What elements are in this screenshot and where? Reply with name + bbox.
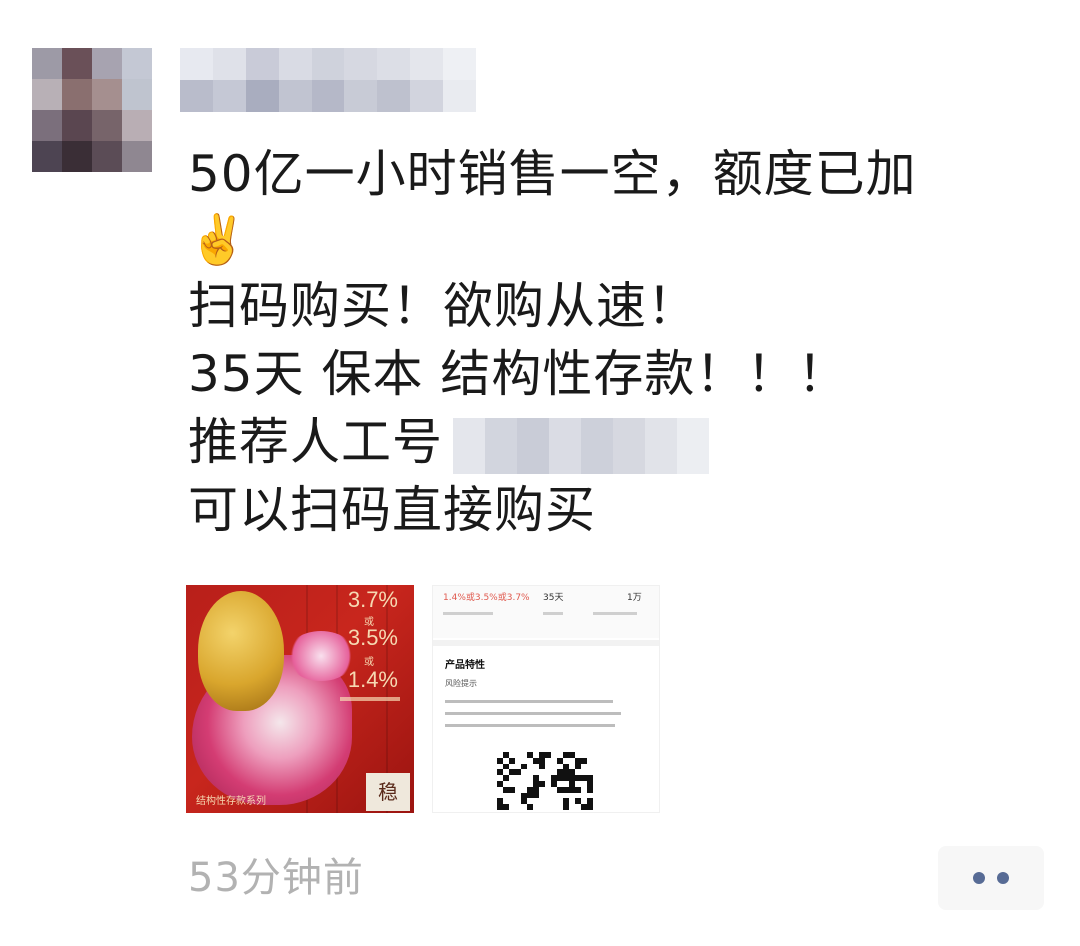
avatar[interactable] xyxy=(32,48,152,172)
qr-code[interactable] xyxy=(497,752,593,810)
summary-subtext xyxy=(443,612,493,615)
summary-subtext xyxy=(543,612,563,615)
divider xyxy=(433,640,659,646)
rate-2: 3.5% xyxy=(347,625,398,650)
risk-text-line xyxy=(445,712,621,715)
post-line-5: 推荐人工号 xyxy=(188,408,1028,476)
product-min-amount: 1万 xyxy=(627,593,642,603)
risk-label: 风险提示 xyxy=(445,679,477,688)
more-dots-icon xyxy=(973,872,985,884)
post-timestamp: 53分钟前 xyxy=(188,855,364,901)
product-section-title: 产品特性 xyxy=(445,660,485,671)
rate-footnote xyxy=(340,697,400,701)
post-text: 50亿一小时销售一空，额度已加 ✌️ 扫码购买！欲购从速！ 35天 保本 结构性… xyxy=(188,140,1028,544)
risk-text-line xyxy=(445,724,615,727)
more-button[interactable] xyxy=(938,846,1044,910)
victory-hand-icon: ✌️ xyxy=(188,212,249,268)
victory-hand-emoji: ✌️ xyxy=(188,208,1028,272)
more-dots-icon xyxy=(997,872,1009,884)
post-line-6: 可以扫码直接购买 xyxy=(188,481,596,539)
moments-post: 50亿一小时销售一空，额度已加 ✌️ 扫码购买！欲购从速！ 35天 保本 结构性… xyxy=(0,0,1080,946)
poster-stamp: 稳 xyxy=(366,773,410,811)
referrer-label: 推荐人工号 xyxy=(188,413,443,471)
poster-image[interactable]: 3.7% 或 3.5% 或 1.4% 结构性存款系列 稳 xyxy=(186,585,414,813)
poster-caption: 结构性存款系列 xyxy=(196,796,266,807)
rate-separator-2: 或 xyxy=(364,657,374,668)
fish-body-graphic xyxy=(198,591,284,711)
product-summary: 1.4%或3.5%或3.7% 35天 1万 xyxy=(433,586,659,638)
post-line-1: 50亿一小时销售一空，额度已加 xyxy=(188,145,917,203)
rate-3: 1.4% xyxy=(347,667,398,692)
post-line-4: 35天 保本 结构性存款！！！ xyxy=(188,345,849,403)
rate-1: 3.7% xyxy=(347,587,398,612)
fish-fin-graphic xyxy=(286,631,356,681)
post-line-3: 扫码购买！欲购从速！ xyxy=(188,277,698,335)
product-rate-range: 1.4%或3.5%或3.7% xyxy=(443,593,530,603)
summary-subtext xyxy=(593,612,637,615)
product-term: 35天 xyxy=(543,593,564,603)
referrer-id-pixelated xyxy=(453,417,709,474)
nickname-pixelated[interactable] xyxy=(180,48,476,112)
risk-text-line xyxy=(445,700,613,703)
product-detail-image[interactable]: 1.4%或3.5%或3.7% 35天 1万 产品特性 风险提示 xyxy=(432,585,660,813)
